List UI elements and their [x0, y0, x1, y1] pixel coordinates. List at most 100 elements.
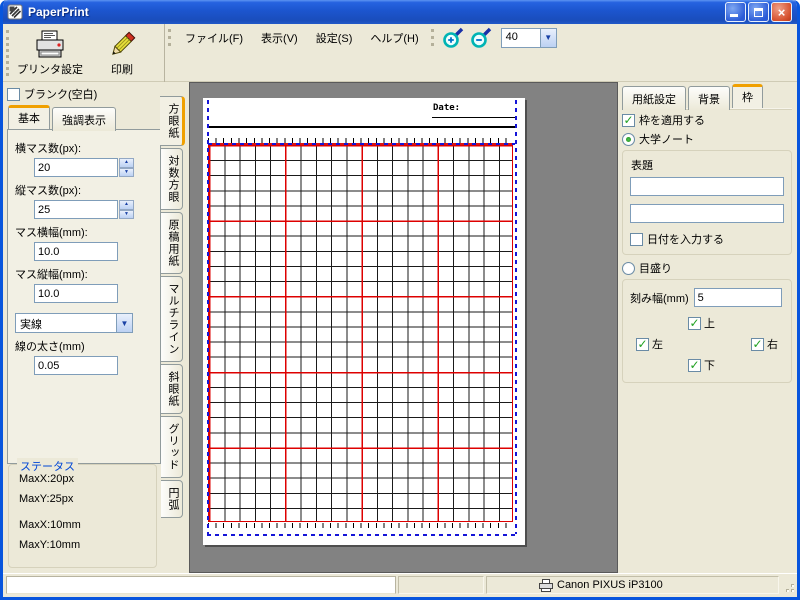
spin-up-icon[interactable]: ▲ [119, 200, 134, 210]
date-checkbox-row[interactable]: 日付を入力する [630, 231, 784, 247]
line-width-input[interactable] [34, 356, 118, 375]
side-checkboxes: 上 左 右 下 [630, 315, 784, 375]
tab-basic[interactable]: 基本 [8, 105, 50, 129]
spin-down-icon[interactable]: ▼ [119, 210, 134, 220]
tab-background[interactable]: 背景 [688, 86, 730, 110]
grid-top-margin [208, 143, 515, 145]
title-input-1[interactable] [630, 177, 784, 196]
close-button[interactable]: × [771, 2, 792, 22]
line-style-value: 実線 [16, 314, 116, 332]
maximize-button[interactable] [748, 2, 769, 22]
resize-grip[interactable] [781, 579, 796, 594]
titlebar[interactable]: PaperPrint × [3, 0, 797, 24]
left-tabs: 基本 強調表示 [8, 105, 161, 129]
side-right-checkbox[interactable] [751, 338, 764, 351]
cell-height-input[interactable] [34, 284, 118, 303]
zoom-in-button[interactable] [440, 26, 466, 50]
spin-up-icon[interactable]: ▲ [119, 158, 134, 168]
cell-width-input[interactable] [34, 242, 118, 261]
apply-frame-row[interactable]: 枠を適用する [622, 112, 790, 128]
menu-view[interactable]: 表示(V) [252, 25, 307, 51]
chevron-down-icon[interactable]: ▼ [540, 29, 556, 47]
chevron-down-icon[interactable]: ▼ [116, 314, 132, 332]
paper-type-tabs: 方眼紙 対数方眼 原稿用紙 マルチライン 斜眼紙 グリッド 円弧 [161, 82, 189, 573]
tab-manuscript[interactable]: 原稿用紙 [161, 212, 183, 274]
scale-radio[interactable] [622, 262, 635, 275]
bottom-margin-line [207, 534, 517, 536]
tab-arc[interactable]: 円弧 [161, 480, 183, 518]
zoom-out-button[interactable] [468, 26, 494, 50]
tab-paper-settings[interactable]: 用紙設定 [622, 86, 686, 110]
magnifier-minus-icon [470, 27, 492, 49]
app-window: PaperPrint × プリンタ設定 [0, 0, 800, 600]
cols-label: 横マス数(px): [15, 140, 156, 156]
title-group-label: 表題 [631, 157, 784, 173]
toolbar-row: プリンタ設定 印刷 ファイル(F) 表示(V) 設定(S) [3, 24, 797, 82]
line-style-select[interactable]: 実線 ▼ [15, 313, 133, 333]
line-width-label: 線の太さ(mm) [15, 338, 156, 354]
tab-grid-paper[interactable]: 方眼紙 [160, 96, 185, 146]
app-icon [7, 4, 23, 20]
step-label: 刻み幅(mm) [630, 290, 689, 306]
zoombar-grip[interactable] [431, 29, 435, 46]
title-input-2[interactable] [630, 204, 784, 223]
right-margin-line [515, 100, 517, 534]
printer-setup-button[interactable]: プリンタ設定 [14, 26, 86, 80]
menu-help[interactable]: ヘルプ(H) [361, 25, 427, 51]
basic-tab-panel: 横マス数(px): ▲ ▼ 縦マス数(px): ▲ ▼ マス横幅(m [7, 129, 161, 464]
apply-frame-checkbox[interactable] [622, 114, 635, 127]
left-panel: ブランク(空白) 基本 強調表示 横マス数(px): ▲ ▼ 縦マス数(px): [3, 82, 161, 573]
statusbar-section [398, 576, 484, 594]
date-checkbox-label: 日付を入力する [647, 231, 724, 247]
side-top-row[interactable]: 上 [688, 315, 715, 331]
maximize-icon [754, 8, 763, 17]
zoom-level-combo[interactable]: 40 ▼ [501, 28, 557, 48]
side-top-checkbox[interactable] [688, 317, 701, 330]
status-maxx-mm: MaxX:10mm [19, 519, 146, 531]
college-note-radio[interactable] [622, 133, 635, 146]
status-group: ステータス MaxX:20px MaxY:25px MaxX:10mm MaxY… [8, 464, 157, 568]
side-bottom-row[interactable]: 下 [688, 357, 715, 373]
blank-checkbox[interactable] [7, 88, 20, 101]
side-right-row[interactable]: 右 [751, 336, 778, 352]
printer-icon [33, 30, 67, 60]
side-left-row[interactable]: 左 [636, 336, 663, 352]
side-bottom-checkbox[interactable] [688, 359, 701, 372]
side-bottom-label: 下 [704, 357, 715, 373]
tab-frame[interactable]: 枠 [732, 84, 763, 108]
date-line [432, 117, 516, 118]
printer-icon [539, 579, 553, 592]
title-line [209, 126, 516, 128]
spin-down-icon[interactable]: ▼ [119, 168, 134, 178]
side-right-label: 右 [767, 336, 778, 352]
step-input[interactable] [694, 288, 782, 307]
side-left-checkbox[interactable] [636, 338, 649, 351]
pencil-icon [107, 30, 137, 60]
minimize-button[interactable] [725, 2, 746, 22]
menubar-grip[interactable] [168, 29, 172, 46]
side-left-label: 左 [652, 336, 663, 352]
print-button[interactable]: 印刷 [86, 26, 158, 80]
rows-input[interactable] [34, 200, 118, 219]
scale-ticks-bottom [208, 523, 513, 528]
toolbar-grip[interactable] [6, 30, 10, 76]
tab-dot-grid[interactable]: グリッド [161, 416, 183, 478]
menu-settings[interactable]: 設定(S) [307, 25, 362, 51]
cols-input[interactable] [34, 158, 118, 177]
status-maxy-px: MaxY:25px [19, 493, 146, 505]
apply-frame-label: 枠を適用する [639, 112, 705, 128]
statusbar: Canon PIXUS iP3100 [3, 573, 797, 597]
paper-preview: Date: [203, 98, 525, 545]
tab-log-grid[interactable]: 対数方眼 [161, 148, 183, 210]
tab-diagonal[interactable]: 斜眼紙 [161, 364, 183, 414]
blank-checkbox-row[interactable]: ブランク(空白) [7, 86, 159, 102]
printer-setup-label: プリンタ設定 [17, 61, 83, 77]
status-group-title: ステータス [17, 458, 78, 474]
menubar: ファイル(F) 表示(V) 設定(S) ヘルプ(H) [165, 24, 428, 51]
date-checkbox[interactable] [630, 233, 643, 246]
menu-file[interactable]: ファイル(F) [176, 25, 252, 51]
tab-highlight[interactable]: 強調表示 [52, 107, 116, 131]
tab-multiline[interactable]: マルチライン [161, 276, 183, 362]
college-note-row[interactable]: 大学ノート [622, 131, 790, 147]
scale-radio-row[interactable]: 目盛り [622, 260, 790, 276]
